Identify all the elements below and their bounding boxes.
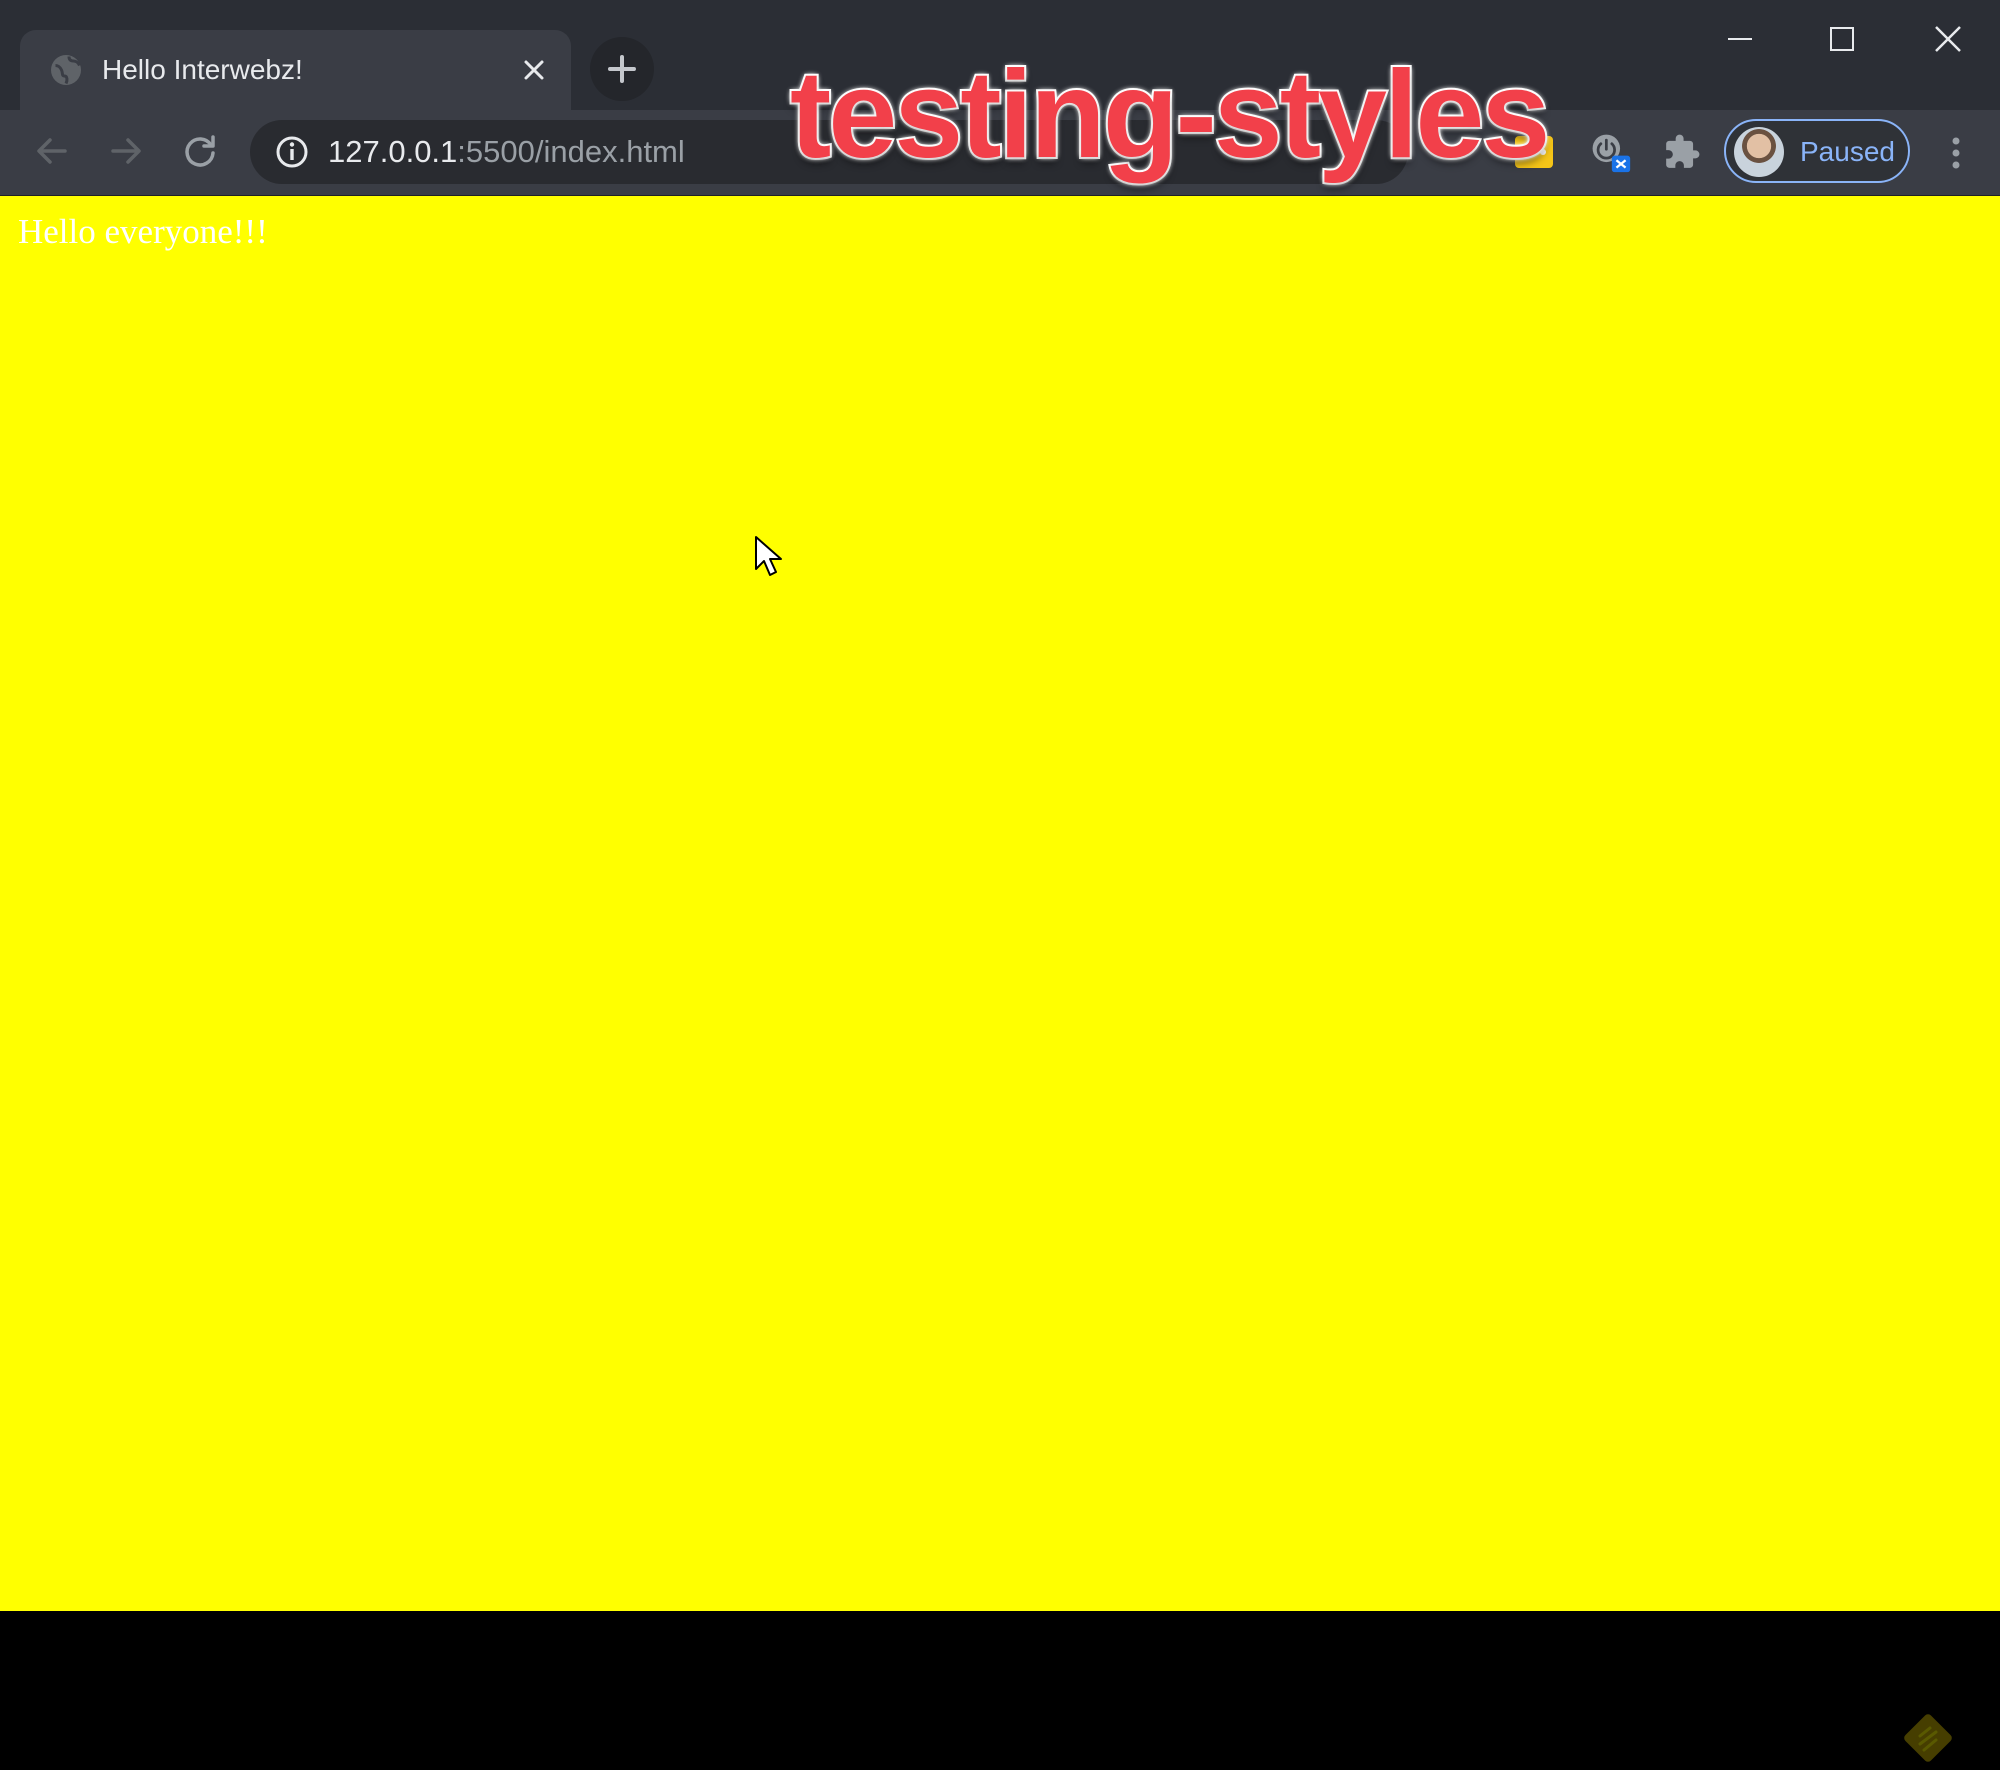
close-icon — [524, 60, 544, 80]
power-extension-icon — [1592, 134, 1631, 173]
new-tab-button[interactable] — [590, 37, 654, 101]
maximize-icon — [1830, 27, 1854, 51]
minimize-icon — [1728, 38, 1752, 40]
page-greeting-text: Hello everyone!!! — [18, 212, 268, 251]
video-overlay-caption: testing-styles — [788, 44, 1552, 186]
tab-title: Hello Interwebz! — [102, 54, 303, 85]
forward-button[interactable] — [100, 125, 152, 177]
window-close-button[interactable] — [1918, 14, 1978, 64]
power-extension[interactable] — [1588, 130, 1632, 174]
puzzle-icon — [1666, 134, 1700, 168]
profile-status-label: Paused — [1800, 136, 1895, 167]
browser-menu-button[interactable] — [1936, 128, 1976, 178]
close-icon — [1935, 26, 1961, 52]
url-text: 127.0.0.1:5500/index.html — [328, 132, 685, 172]
url-host: 127.0.0.1 — [328, 134, 458, 169]
plus-icon — [608, 55, 636, 83]
profile-button[interactable]: Paused — [1724, 119, 1910, 183]
avatar — [1734, 127, 1784, 177]
globe-icon — [51, 55, 81, 85]
extensions-button[interactable] — [1660, 130, 1704, 174]
reload-icon — [185, 135, 215, 167]
browser-window: Hello Interwebz! 127.0.0.1:5500/index.ht… — [0, 0, 2000, 1762]
watermark-logo-icon — [1904, 1714, 1952, 1762]
info-icon[interactable] — [274, 134, 310, 170]
kebab-menu-icon — [1952, 137, 1960, 169]
minimize-button[interactable] — [1710, 14, 1770, 64]
page-viewport: Hello everyone!!! — [0, 196, 2000, 1762]
tab-close-button[interactable] — [516, 52, 552, 88]
maximize-button[interactable] — [1812, 14, 1872, 64]
mouse-pointer-icon — [755, 536, 782, 576]
url-path: :5500/index.html — [457, 134, 685, 169]
arrow-right-icon — [111, 138, 141, 164]
back-button[interactable] — [26, 125, 78, 177]
reload-button[interactable] — [174, 125, 226, 177]
arrow-left-icon — [37, 138, 67, 164]
tab-hello-interwebz[interactable]: Hello Interwebz! — [20, 30, 571, 110]
